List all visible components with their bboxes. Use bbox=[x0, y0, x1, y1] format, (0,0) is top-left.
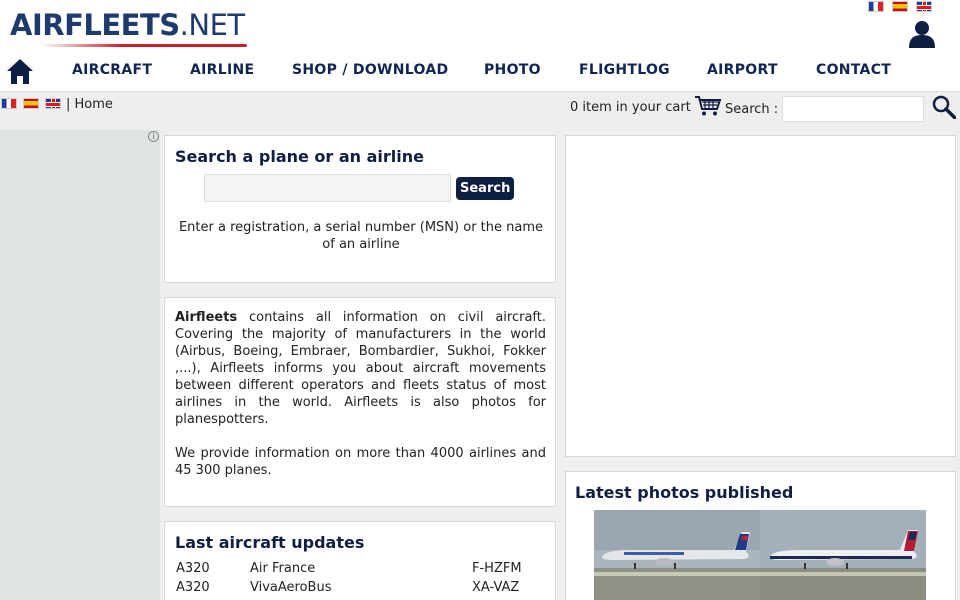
nav-photo[interactable]: PHOTO bbox=[484, 62, 541, 78]
aircraft-type[interactable]: A320 bbox=[176, 561, 210, 576]
nav-contact[interactable]: CONTACT bbox=[816, 62, 891, 78]
site-logo[interactable]: AIRFLEETS.NET bbox=[10, 8, 245, 42]
english-flag-icon[interactable] bbox=[45, 98, 61, 109]
french-flag-icon[interactable] bbox=[868, 1, 884, 12]
about-paragraph-2: We provide information on more than 4000… bbox=[175, 446, 546, 478]
spanish-flag-icon[interactable] bbox=[23, 98, 39, 109]
plane-search-input[interactable] bbox=[204, 174, 451, 202]
nav-shop-download[interactable]: SHOP / DOWNLOAD bbox=[292, 62, 448, 78]
nav-airline[interactable]: AIRLINE bbox=[190, 62, 254, 78]
english-flag-icon[interactable] bbox=[916, 1, 932, 12]
nav-airport[interactable]: AIRPORT bbox=[707, 62, 778, 78]
left-sidebar-ad bbox=[0, 130, 160, 600]
search-help-text: Enter a registration, a serial number (M… bbox=[178, 220, 544, 252]
language-selector-top bbox=[868, 1, 932, 12]
airline-name[interactable]: Air France bbox=[250, 561, 315, 576]
registration[interactable]: F-HZFM bbox=[472, 561, 522, 576]
nav-aircraft[interactable]: AIRCRAFT bbox=[72, 62, 152, 78]
sub-bar: | Home 0 item in your cart Search : bbox=[0, 93, 960, 129]
site-header: AIRFLEETS.NET AIRCRAFT AIRLINE SHOP / DO… bbox=[0, 0, 960, 92]
header-search-input[interactable] bbox=[782, 96, 924, 122]
language-selector bbox=[1, 98, 61, 109]
plane-search-panel: Search a plane or an airline Search Ente… bbox=[164, 135, 556, 283]
nav-flightlog[interactable]: FLIGHTLOG bbox=[579, 62, 670, 78]
logo-text-main: AIRFLEETS bbox=[10, 8, 180, 42]
about-brand: Airfleets bbox=[175, 310, 238, 325]
cart-status[interactable]: 0 item in your cart bbox=[570, 100, 691, 115]
search-button[interactable]: Search bbox=[456, 177, 515, 200]
about-text: Airfleets contains all information on ci… bbox=[175, 309, 546, 496]
aircraft-updates-panel: Last aircraft updates A320 Air France F-… bbox=[164, 521, 556, 600]
aircraft-photo[interactable] bbox=[760, 510, 926, 600]
logo-swoosh bbox=[40, 44, 247, 47]
airline-name[interactable]: VivaAeroBus bbox=[250, 580, 332, 595]
aircraft-type[interactable]: A320 bbox=[176, 580, 210, 595]
latest-photos-panel: Latest photos published bbox=[565, 471, 956, 600]
search-panel-title: Search a plane or an airline bbox=[175, 147, 425, 166]
french-flag-icon[interactable] bbox=[1, 98, 17, 109]
magnifier-icon[interactable] bbox=[932, 95, 956, 119]
registration[interactable]: XA-VAZ bbox=[472, 580, 519, 595]
info-icon[interactable]: i bbox=[148, 131, 159, 142]
about-paragraph-1: contains all information on civil aircra… bbox=[175, 310, 546, 427]
spanish-flag-icon[interactable] bbox=[892, 1, 908, 12]
cart-icon[interactable] bbox=[694, 95, 722, 117]
breadcrumb[interactable]: | Home bbox=[66, 97, 113, 112]
home-icon[interactable] bbox=[6, 57, 34, 85]
search-label: Search : bbox=[725, 102, 779, 117]
user-icon[interactable] bbox=[909, 20, 935, 48]
right-ad-panel bbox=[565, 135, 956, 457]
photos-title: Latest photos published bbox=[575, 483, 794, 502]
main-nav: AIRCRAFT AIRLINE SHOP / DOWNLOAD PHOTO F… bbox=[0, 54, 960, 88]
updates-title: Last aircraft updates bbox=[175, 533, 365, 552]
about-panel: Airfleets contains all information on ci… bbox=[164, 297, 556, 507]
aircraft-photo[interactable] bbox=[594, 510, 760, 600]
logo-text-suffix: .NET bbox=[179, 8, 245, 42]
